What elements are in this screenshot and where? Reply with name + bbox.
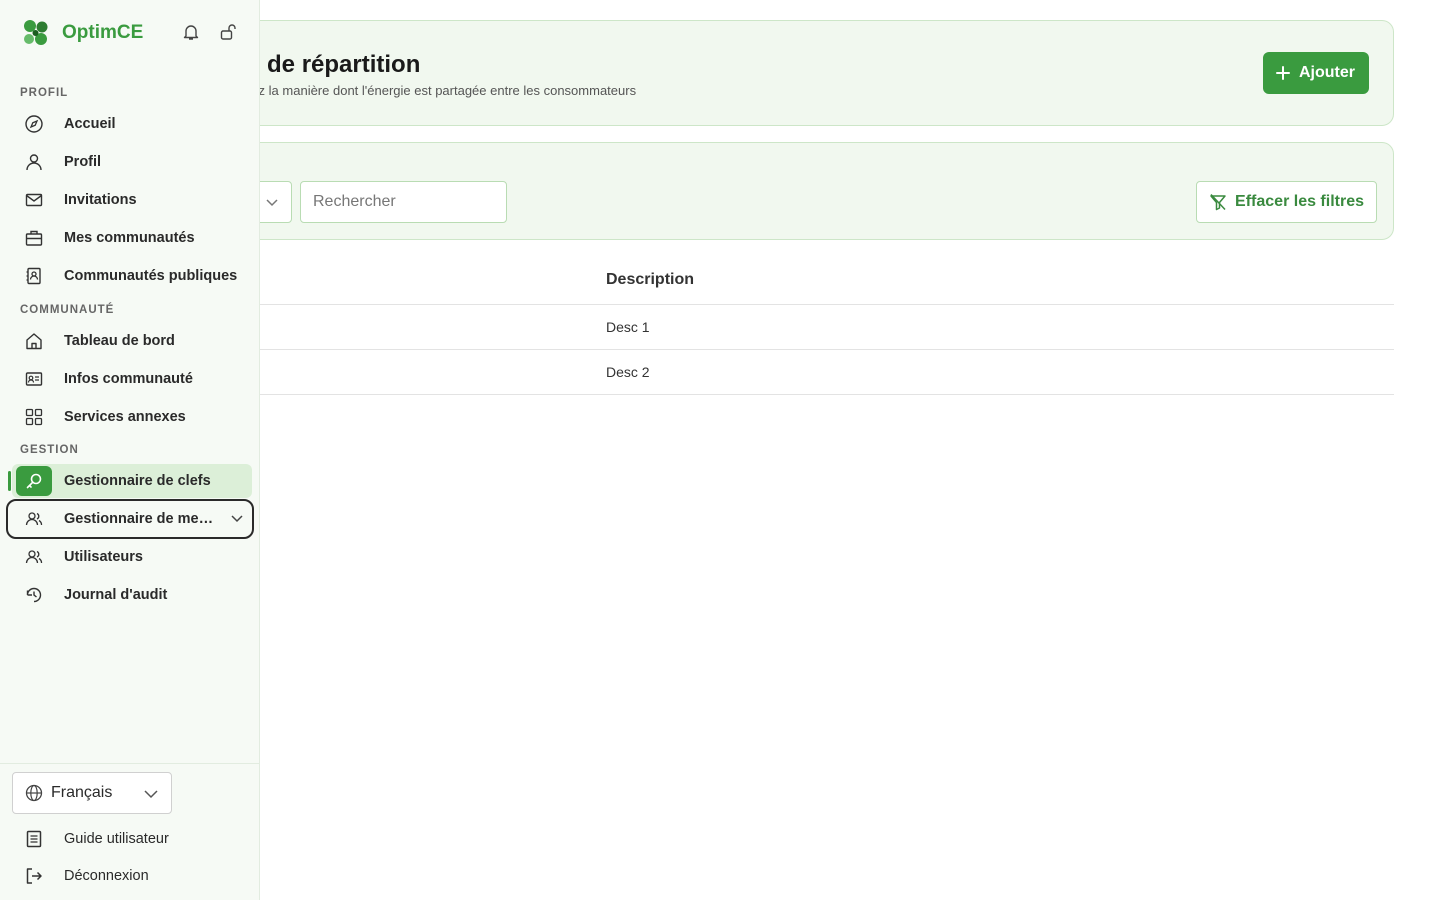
sidebar: OptimCE PROFIL Accueil Profil Invitation… [0, 0, 260, 900]
guide-utilisateur-label: Guide utilisateur [64, 831, 169, 847]
sidebar-item-journal-d-audit[interactable]: Journal d'audit [12, 578, 252, 612]
users-icon [22, 545, 46, 569]
section-label-communaute: COMMUNAUTÉ [20, 304, 115, 316]
sidebar-item-utilisateurs[interactable]: Utilisateurs [12, 540, 252, 574]
compass-icon [22, 112, 46, 136]
page-title: s de répartition [247, 51, 421, 78]
sidebar-item-mes-communautes[interactable]: Mes communautés [12, 221, 252, 255]
briefcase-icon [22, 226, 46, 250]
table-row[interactable]: Desc 2 [120, 350, 1394, 395]
sidebar-item-label: Services annexes [64, 409, 186, 425]
clover-logo-icon [24, 20, 48, 45]
globe-icon [25, 784, 43, 802]
sidebar-item-communautes-publiques[interactable]: Communautés publiques [12, 259, 252, 293]
filter-card: Effacer les filtres [120, 142, 1394, 240]
sidebar-item-label: Communautés publiques [64, 268, 238, 284]
users-icon [22, 507, 46, 531]
user-icon [22, 150, 46, 174]
sidebar-item-label: Infos communauté [64, 371, 193, 387]
mail-icon [22, 188, 46, 212]
book-icon [22, 827, 46, 851]
sidebar-item-label: Mes communautés [64, 230, 195, 246]
sidebar-item-label: Invitations [64, 192, 137, 208]
add-button-label: Ajouter [1299, 64, 1355, 81]
page-header-card: s de répartition rez la manière dont l'é… [120, 20, 1394, 126]
sidebar-item-label: Utilisateurs [64, 549, 143, 565]
clear-filters-label: Effacer les filtres [1235, 193, 1364, 210]
sidebar-item-label: Gestionnaire de membres [64, 511, 224, 527]
sidebar-item-tableau-de-bord[interactable]: Tableau de bord [12, 324, 252, 358]
table-header-row: Description [120, 256, 1394, 305]
search-input[interactable] [300, 181, 507, 223]
sidebar-item-invitations[interactable]: Invitations [12, 183, 252, 217]
sidebar-item-label: Gestionnaire de clefs [64, 473, 211, 489]
sidebar-item-profil[interactable]: Profil [12, 145, 252, 179]
table-cell-description: Desc 1 [606, 319, 650, 335]
history-icon [22, 583, 46, 607]
table-row[interactable]: Desc 1 [120, 305, 1394, 350]
sidebar-item-gestionnaire-de-clefs[interactable]: Gestionnaire de clefs [12, 464, 252, 498]
column-header-description[interactable]: Description [606, 271, 694, 289]
logout-link[interactable]: Déconnexion [12, 859, 252, 893]
sidebar-item-gestionnaire-de-membres[interactable]: Gestionnaire de membres [6, 499, 254, 539]
unlock-icon[interactable] [218, 22, 238, 42]
language-select[interactable]: Français [12, 772, 172, 814]
app-name: OptimCE [62, 22, 144, 43]
chevron-down-icon[interactable] [230, 511, 244, 525]
sidebar-item-services-annexes[interactable]: Services annexes [12, 400, 252, 434]
sidebar-item-label: Accueil [64, 116, 116, 132]
clear-filters-button[interactable]: Effacer les filtres [1196, 181, 1377, 223]
guide-utilisateur-link[interactable]: Guide utilisateur [12, 822, 252, 856]
grid-icon [22, 405, 46, 429]
section-label-gestion: GESTION [20, 444, 79, 456]
sidebar-item-label: Tableau de bord [64, 333, 175, 349]
home-icon [22, 329, 46, 353]
key-icon [16, 466, 52, 496]
contact-book-icon [22, 264, 46, 288]
sidebar-item-label: Journal d'audit [64, 587, 168, 603]
filter-off-icon [1210, 193, 1226, 211]
sidebar-item-accueil[interactable]: Accueil [12, 107, 252, 141]
table-cell-description: Desc 2 [606, 364, 650, 380]
bell-icon[interactable] [181, 22, 201, 42]
section-label-profil: PROFIL [20, 87, 69, 99]
chevron-down-icon [266, 199, 278, 207]
sidebar-item-infos-communaute[interactable]: Infos communauté [12, 362, 252, 396]
app-logo[interactable]: OptimCE [20, 18, 143, 48]
page-subtitle: rez la manière dont l'énergie est partag… [247, 83, 637, 98]
id-card-icon [22, 367, 46, 391]
active-indicator [8, 471, 11, 491]
logout-icon [22, 864, 46, 888]
keys-table: Description Desc 1 Desc 2 [120, 256, 1394, 395]
language-value: Français [51, 784, 113, 801]
plus-icon [1276, 66, 1290, 80]
sidebar-item-label: Profil [64, 154, 102, 170]
add-button[interactable]: Ajouter [1263, 52, 1369, 94]
logout-label: Déconnexion [64, 868, 149, 884]
sidebar-divider [0, 763, 259, 764]
chevron-down-icon [144, 790, 158, 799]
